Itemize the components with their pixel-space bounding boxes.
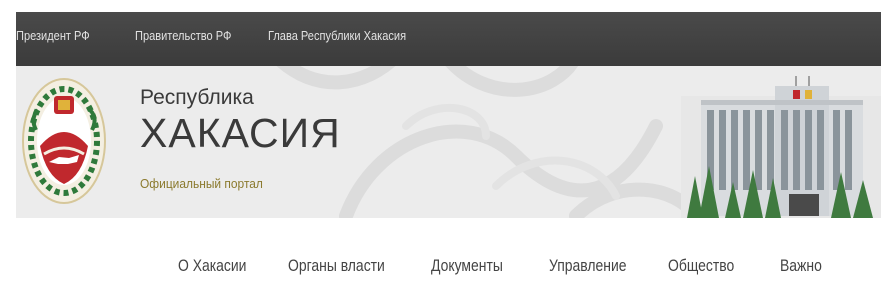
link-government[interactable]: Правительство РФ [135,12,231,60]
coat-of-arms-icon [22,78,106,204]
main-nav: О Хакасии Органы власти Документы Управл… [16,218,881,304]
link-president[interactable]: Президент РФ [16,12,90,60]
site-subtitle: Официальный портал [140,176,263,191]
site-frame: Президент РФ Правительство РФ Глава Респ… [16,0,881,304]
title-small: Республика [140,86,254,109]
government-building-image [681,76,881,218]
nav-item-important[interactable]: Важно [780,256,822,276]
nav-item-documents[interactable]: Документы [431,256,503,276]
site-title: ХАКАСИЯ [140,110,341,156]
top-bar: Президент РФ Правительство РФ Глава Респ… [16,12,881,66]
site-header: Республика ХАКАСИЯ Официальный портал [16,66,881,218]
nav-item-authorities[interactable]: Органы власти [288,256,385,276]
link-head-of-republic[interactable]: Глава Республики Хакасия [268,12,406,60]
nav-item-about[interactable]: О Хакасии [178,256,246,276]
nav-item-society[interactable]: Общество [668,256,734,276]
nav-item-management[interactable]: Управление [549,256,627,276]
